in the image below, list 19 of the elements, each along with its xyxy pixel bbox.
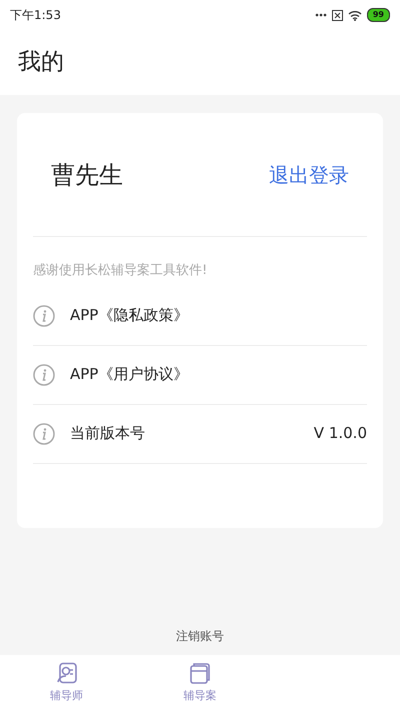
page-title: 我的 [18, 48, 64, 78]
info-icon [33, 364, 55, 386]
list-item-label[interactable]: APP《隐私政策》 [70, 304, 367, 327]
list-item-label[interactable]: 当前版本号 [70, 422, 314, 445]
info-icon [33, 422, 55, 444]
list-item-label[interactable]: APP《用户协议》 [70, 363, 367, 386]
cancel-account-link[interactable]: 注销账号 [176, 627, 224, 645]
person-card-icon [56, 662, 78, 684]
more-icon [314, 13, 327, 17]
status-time: 下午1:53 [10, 7, 61, 24]
user-name: 曹先生 [51, 160, 123, 190]
wifi-icon [348, 10, 362, 20]
logout-link[interactable]: 退出登录 [269, 160, 349, 190]
no-sim-icon [332, 10, 343, 20]
book-icon [188, 662, 211, 684]
thanks-text: 感谢使用长松辅导案工具软件! [33, 262, 208, 280]
battery-icon: 99 [366, 8, 390, 22]
info-icon [33, 304, 55, 326]
version-value: V 1.0.0 [314, 423, 367, 444]
